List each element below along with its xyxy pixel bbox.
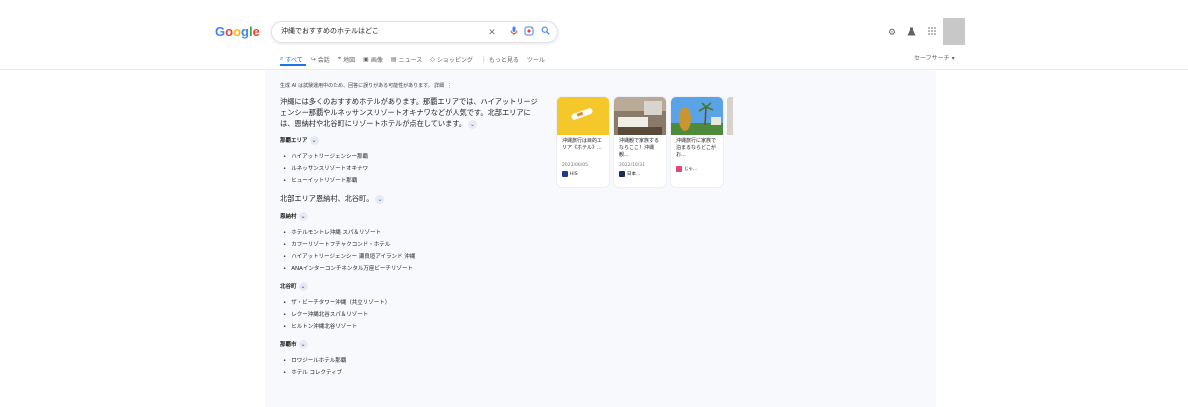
logo-letter: g xyxy=(241,24,249,39)
image-icon: ▣ xyxy=(363,55,369,63)
chevron-down-icon[interactable]: ⌄ xyxy=(298,282,308,291)
list-item: ホテル コレクティブ xyxy=(283,367,346,379)
reply-icon: ↪ xyxy=(310,55,316,63)
section-title: 那覇エリア xyxy=(280,138,308,144)
source-card[interactable]: 沖縄観で家族するならここ！沖縄観... 2022/10/31 日本... xyxy=(614,97,666,187)
labs-flask-icon[interactable] xyxy=(906,27,916,37)
section-title: 北部エリア恩納村、北谷町。 xyxy=(280,194,374,203)
logo-letter: e xyxy=(252,24,260,39)
active-tab-indicator xyxy=(280,64,306,66)
section-title: 北谷町 xyxy=(280,284,297,290)
ai-summary: 沖縄には多くのおすすめホテルがあります。那覇エリアでは、ハイアットリージェンシー… xyxy=(280,96,542,129)
card-source: じゃ... xyxy=(671,163,723,175)
tab-conversation[interactable]: ↪ 会話 xyxy=(311,52,330,66)
tab-maps[interactable]: ⌖ 地図 xyxy=(338,52,355,66)
list-item: ヒルトン沖縄北谷リゾート xyxy=(283,321,390,333)
chevron-down-icon[interactable]: ⌄ xyxy=(298,212,308,221)
mic-icon[interactable] xyxy=(508,26,520,38)
list-item: ANAインターコンチネンタル万座ビーチリゾート xyxy=(283,263,415,275)
tab-label: ショッピング xyxy=(436,56,473,64)
source-card-partial[interactable] xyxy=(727,97,733,135)
tab-label: すべて xyxy=(285,56,303,64)
tab-label: もっと見る xyxy=(488,56,519,64)
chevron-down-icon[interactable]: ⌄ xyxy=(467,119,477,129)
card-title: 沖縄旅行は目的エリア《ホテル》... xyxy=(562,138,603,151)
card-thumbnail xyxy=(557,97,609,135)
logo-letter: o xyxy=(225,24,234,39)
list-item: カフーリゾートフチャクコンド・ホテル xyxy=(283,239,415,251)
site-favicon-icon xyxy=(619,171,625,177)
section-heading: 那覇エリア ⌄ xyxy=(280,136,319,145)
site-favicon-icon xyxy=(562,171,568,177)
source-card[interactable]: 沖縄旅行は目的エリア《ホテル》... 2023/06/05 HIS xyxy=(557,97,609,187)
hotel-list: ホテルモントレ沖縄 スパ＆リゾート カフーリゾートフチャクコンド・ホテル ハイア… xyxy=(283,227,415,275)
caret-down-icon: ▾ xyxy=(951,55,955,62)
safesearch-button[interactable]: セーフサーチ ▾ xyxy=(914,53,955,62)
chevron-down-icon[interactable]: ⌄ xyxy=(298,340,308,349)
section-heading: 那覇市 ⌄ xyxy=(280,340,308,349)
search-input[interactable] xyxy=(281,27,471,35)
tab-shopping[interactable]: ◇ ショッピング xyxy=(430,52,473,66)
section-heading: 北部エリア恩納村、北谷町。 ⌄ xyxy=(280,194,385,204)
safesearch-label: セーフサーチ xyxy=(914,55,950,62)
section-title: 恩納村 xyxy=(280,214,297,220)
card-source-name: じゃ... xyxy=(684,167,698,172)
lens-icon[interactable] xyxy=(523,26,535,38)
card-thumbnail xyxy=(614,97,666,135)
list-item: レクー沖縄北谷スパ＆リゾート xyxy=(283,309,390,321)
section-title: 那覇市 xyxy=(280,342,297,348)
card-source: 日本... xyxy=(614,168,666,180)
list-item: ホテルモントレ沖縄 スパ＆リゾート xyxy=(283,227,415,239)
tab-label: 会話 xyxy=(317,56,330,64)
hotel-list: ハイアットリージェンシー那覇 ルネッサンスリゾートオキナワ ヒューイットリゾート… xyxy=(283,151,368,187)
gear-icon[interactable]: ⚙ xyxy=(887,27,897,37)
list-item: ハイアットリージェンシー那覇 xyxy=(283,151,368,163)
apps-grid-icon[interactable] xyxy=(927,27,937,37)
tab-images[interactable]: ▣ 画像 xyxy=(363,52,383,66)
list-item: ロワジールホテル那覇 xyxy=(283,355,346,367)
google-logo[interactable]: Google xyxy=(215,24,260,39)
ai-summary-text: 沖縄には多くのおすすめホテルがあります。那覇エリアでは、ハイアットリージェンシー… xyxy=(280,97,538,128)
search-icon[interactable] xyxy=(539,26,551,38)
logo-letter: o xyxy=(233,24,242,39)
site-favicon-icon xyxy=(676,166,682,172)
hotel-list: ロワジールホテル那覇 ホテル コレクティブ xyxy=(283,355,346,379)
list-item: ザ・ビーチタワー沖縄（共立リゾート） xyxy=(283,297,390,309)
tag-icon: ◇ xyxy=(430,55,435,63)
list-item: ハイアットリージェンシー 瀬良垣アイランド 沖縄 xyxy=(283,251,415,263)
ai-notice: 生成 AI は試験運用中のため、回答に誤りがある可能性があります。 詳細 ⋮ xyxy=(280,82,452,89)
tab-label: ニュース xyxy=(398,56,423,64)
search-icon: ⌕ xyxy=(280,55,284,62)
list-item: ルネッサンスリゾートオキナワ xyxy=(283,163,368,175)
card-source-name: HIS xyxy=(570,171,578,177)
list-item: ヒューイットリゾート那覇 xyxy=(283,175,368,187)
tab-tools[interactable]: ツール xyxy=(527,52,545,66)
card-title: 沖縄観で家族するならここ！沖縄観... xyxy=(619,138,660,158)
search-tabs: ⌕ すべて ↪ 会話 ⌖ 地図 ▣ 画像 ▤ ニュース ◇ ショッピング ⋮ もっと見る ツー… xyxy=(280,52,545,66)
more-vert-icon[interactable]: ⋮ xyxy=(447,83,452,89)
avatar[interactable] xyxy=(943,18,965,45)
tab-label: ツール xyxy=(526,56,545,64)
chevron-down-icon[interactable]: ⌄ xyxy=(375,194,385,204)
source-card[interactable]: 沖縄旅行に家族で泊まるならどこがお... じゃ... xyxy=(671,97,723,187)
card-title: 沖縄旅行に家族で泊まるならどこがお... xyxy=(676,138,717,158)
tab-label: 画像 xyxy=(370,56,383,64)
section-heading: 恩納村 ⌄ xyxy=(280,212,308,221)
tab-label: 地図 xyxy=(343,56,356,64)
more-vert-icon: ⋮ xyxy=(480,55,487,63)
section-heading: 北谷町 ⌄ xyxy=(280,282,308,291)
logo-letter: G xyxy=(215,24,226,39)
card-thumbnail xyxy=(671,97,723,135)
search-box[interactable]: ✕ xyxy=(271,21,558,43)
ai-notice-text: 生成 AI は試験運用中のため、回答に誤りがある可能性があります。 詳細 xyxy=(280,83,445,89)
close-icon[interactable]: ✕ xyxy=(486,26,498,38)
tab-news[interactable]: ▤ ニュース xyxy=(391,52,422,66)
map-pin-icon: ⌖ xyxy=(337,55,342,62)
card-source-name: 日本... xyxy=(627,172,641,177)
tab-more[interactable]: ⋮ もっと見る xyxy=(481,52,519,66)
chevron-down-icon[interactable]: ⌄ xyxy=(309,136,319,145)
news-icon: ▤ xyxy=(390,55,397,63)
card-source: HIS xyxy=(557,168,609,180)
hotel-list: ザ・ビーチタワー沖縄（共立リゾート） レクー沖縄北谷スパ＆リゾート ヒルトン沖縄… xyxy=(283,297,390,333)
